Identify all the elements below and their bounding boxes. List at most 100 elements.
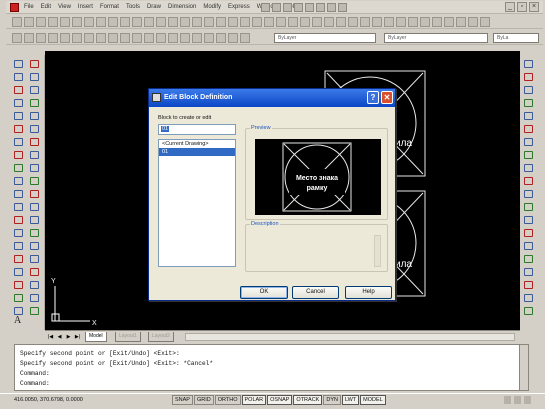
ellipse-arc-icon[interactable] bbox=[13, 189, 23, 198]
command-line-window[interactable]: Specify second point or [Exit/Undo] <Exi… bbox=[14, 344, 529, 391]
layer-tool-icon[interactable] bbox=[72, 33, 82, 43]
copy-icon[interactable] bbox=[29, 72, 39, 81]
close-icon[interactable]: ✕ bbox=[381, 91, 393, 104]
dialog-title-bar[interactable]: Edit Block Definition ? ✕ bbox=[149, 89, 395, 107]
prev-tab-icon[interactable]: ◀ bbox=[56, 333, 63, 341]
toolbar-button-icon[interactable] bbox=[84, 17, 94, 27]
toggle-dyn[interactable]: DYN bbox=[323, 395, 341, 405]
menu-format[interactable]: Format bbox=[100, 3, 119, 12]
toolbar-button-icon[interactable] bbox=[36, 17, 46, 27]
multiline-text-icon[interactable]: A bbox=[14, 315, 21, 326]
toggle-otrack[interactable]: OTRACK bbox=[293, 395, 323, 405]
fillet-icon[interactable] bbox=[29, 241, 39, 250]
layer-combo[interactable]: ByLayer bbox=[274, 33, 376, 43]
arc-icon[interactable] bbox=[13, 124, 23, 133]
last-tab-icon[interactable]: ▶| bbox=[74, 333, 81, 341]
layer-tool-icon[interactable] bbox=[12, 33, 22, 43]
make-block-icon[interactable] bbox=[13, 215, 23, 224]
clean-screen-icon[interactable] bbox=[524, 396, 531, 404]
scale-icon[interactable] bbox=[29, 150, 39, 159]
tool-icon[interactable] bbox=[338, 3, 347, 12]
help-button[interactable]: Help bbox=[345, 286, 392, 299]
menu-dimension[interactable]: Dimension bbox=[168, 3, 196, 12]
layer-tool-icon[interactable] bbox=[156, 33, 166, 43]
toggle-lwt[interactable]: LWT bbox=[341, 395, 360, 405]
menu-express[interactable]: Express bbox=[228, 3, 250, 12]
layer-tool-icon[interactable] bbox=[36, 33, 46, 43]
description-scrollbar[interactable] bbox=[374, 235, 381, 267]
object-snap-icon[interactable] bbox=[523, 280, 533, 289]
close-icon[interactable]: × bbox=[529, 2, 539, 12]
command-line-scrollbar[interactable] bbox=[519, 345, 528, 390]
menu-tools[interactable]: Tools bbox=[126, 3, 140, 12]
toolbar-button-icon[interactable] bbox=[144, 17, 154, 27]
list-item[interactable]: 01 bbox=[159, 148, 235, 156]
menu-insert[interactable]: Insert bbox=[78, 3, 93, 12]
toolbar-button-icon[interactable] bbox=[168, 17, 178, 27]
toolbar-button-icon[interactable] bbox=[72, 17, 82, 27]
insert-block-icon[interactable] bbox=[13, 202, 23, 211]
toolbar-button-icon[interactable] bbox=[360, 17, 370, 27]
menu-modify[interactable]: Modify bbox=[203, 3, 221, 12]
hatch-icon[interactable] bbox=[13, 241, 23, 250]
point-icon[interactable] bbox=[13, 228, 23, 237]
construction-line-icon[interactable] bbox=[13, 72, 23, 81]
toolbar-button-icon[interactable] bbox=[276, 17, 286, 27]
object-snap-icon[interactable] bbox=[523, 59, 533, 68]
layer-previous-icon[interactable] bbox=[29, 306, 39, 315]
menu-view[interactable]: View bbox=[58, 3, 71, 12]
object-snap-icon[interactable] bbox=[523, 189, 533, 198]
rectangle-icon[interactable] bbox=[13, 111, 23, 120]
tool-icon[interactable] bbox=[283, 3, 292, 12]
next-tab-icon[interactable]: ▶ bbox=[65, 333, 72, 341]
cancel-button[interactable]: Cancel bbox=[292, 286, 339, 299]
mirror-icon[interactable] bbox=[29, 85, 39, 94]
chamfer-icon[interactable] bbox=[29, 228, 39, 237]
toolbar-button-icon[interactable] bbox=[180, 17, 190, 27]
list-item[interactable]: <Current Drawing> bbox=[159, 140, 235, 148]
toolbar-button-icon[interactable] bbox=[264, 17, 274, 27]
object-snap-icon[interactable] bbox=[523, 254, 533, 263]
toolbar-button-icon[interactable] bbox=[456, 17, 466, 27]
toggle-snap[interactable]: SNAP bbox=[172, 395, 193, 405]
tool-icon[interactable] bbox=[272, 3, 281, 12]
toolbar-button-icon[interactable] bbox=[420, 17, 430, 27]
command-prompt[interactable]: Command: bbox=[20, 379, 528, 389]
block-list[interactable]: <Current Drawing> 01 bbox=[158, 139, 236, 267]
tool-icon[interactable] bbox=[294, 3, 303, 12]
menu-edit[interactable]: Edit bbox=[41, 3, 51, 12]
linetype-combo[interactable]: ByLayer bbox=[384, 33, 488, 43]
toolbar-button-icon[interactable] bbox=[300, 17, 310, 27]
toolbar-button-icon[interactable] bbox=[324, 17, 334, 27]
toolbar-button-icon[interactable] bbox=[192, 17, 202, 27]
object-snap-icon[interactable] bbox=[523, 228, 533, 237]
ok-button[interactable]: OK bbox=[240, 286, 288, 299]
toolbar-button-icon[interactable] bbox=[408, 17, 418, 27]
layer-tool-icon[interactable] bbox=[168, 33, 178, 43]
layer-tool-icon[interactable] bbox=[120, 33, 130, 43]
offset-icon[interactable] bbox=[29, 98, 39, 107]
toolbar-button-icon[interactable] bbox=[384, 17, 394, 27]
autocad-app-icon[interactable] bbox=[10, 3, 19, 12]
toggle-osnap[interactable]: OSNAP bbox=[267, 395, 293, 405]
properties-icon[interactable] bbox=[29, 293, 39, 302]
object-snap-icon[interactable] bbox=[523, 72, 533, 81]
toolbar-button-icon[interactable] bbox=[132, 17, 142, 27]
horizontal-scrollbar[interactable] bbox=[185, 333, 515, 341]
toggle-grid[interactable]: GRID bbox=[193, 395, 214, 405]
object-snap-icon[interactable] bbox=[523, 267, 533, 276]
toolbar-button-icon[interactable] bbox=[348, 17, 358, 27]
tab-layout2[interactable]: Layout2 bbox=[148, 332, 174, 342]
toolbar-button-icon[interactable] bbox=[444, 17, 454, 27]
object-snap-icon[interactable] bbox=[523, 85, 533, 94]
array-icon[interactable] bbox=[29, 111, 39, 120]
circle-icon[interactable] bbox=[13, 137, 23, 146]
lock-icon[interactable] bbox=[504, 396, 511, 404]
object-snap-icon[interactable] bbox=[523, 124, 533, 133]
toolbar-button-icon[interactable] bbox=[336, 17, 346, 27]
toolbar-button-icon[interactable] bbox=[480, 17, 490, 27]
lineweight-combo[interactable]: ByLa bbox=[493, 33, 539, 43]
object-snap-icon[interactable] bbox=[523, 202, 533, 211]
toggle-ortho[interactable]: ORTHO bbox=[214, 395, 241, 405]
polygon-icon[interactable] bbox=[13, 98, 23, 107]
